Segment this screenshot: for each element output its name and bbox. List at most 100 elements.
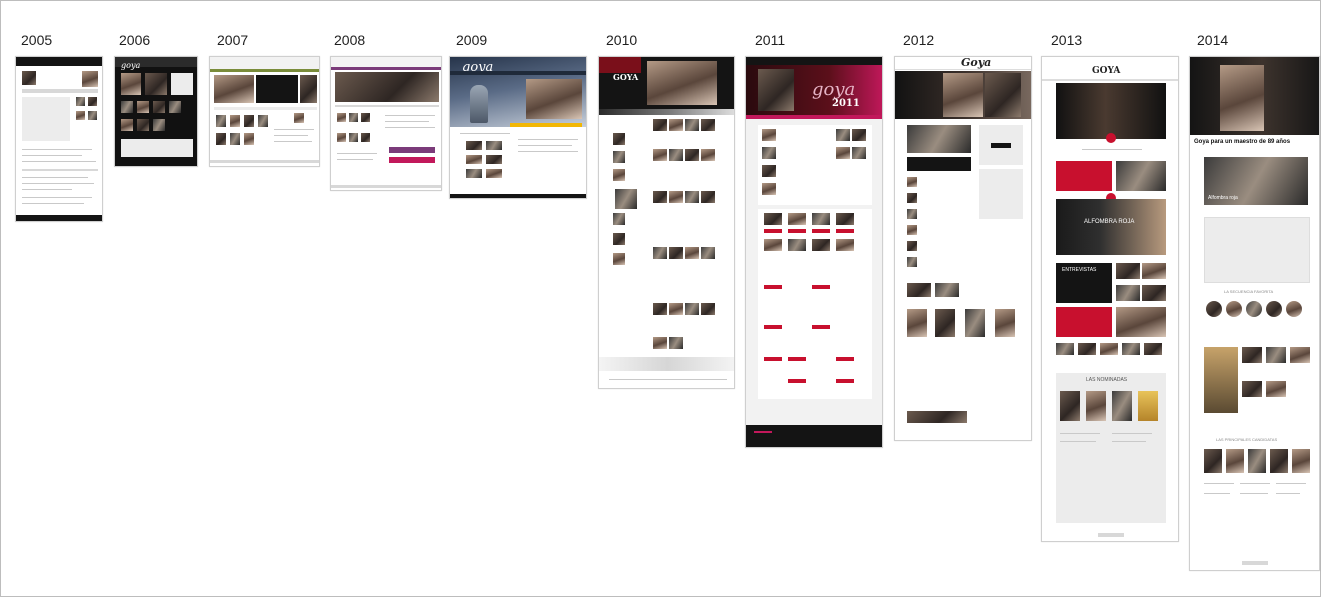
header-bar xyxy=(16,57,102,66)
header-bar xyxy=(210,57,319,69)
text-line xyxy=(1276,493,1300,494)
photo xyxy=(653,337,667,349)
footer-bar xyxy=(331,185,441,188)
photo xyxy=(137,119,149,131)
year-label-2010: 2010 xyxy=(606,32,638,48)
photo xyxy=(788,239,806,251)
website-thumbnail-2005 xyxy=(15,56,103,222)
website-thumbnail-2006: goya xyxy=(114,56,198,167)
website-thumbnail-2013: GOYA ALFOMBRA ROJA ENTREVISTAS LAS NOMIN… xyxy=(1041,56,1179,542)
text-line xyxy=(385,121,429,122)
photo xyxy=(1122,343,1140,355)
hero-photo xyxy=(647,61,717,105)
text-line xyxy=(1204,493,1230,494)
accent-bar xyxy=(389,157,435,163)
section-title: ENTREVISTAS xyxy=(1062,267,1097,273)
avatar xyxy=(1246,301,1262,317)
text-line xyxy=(1240,493,1268,494)
header-bar xyxy=(331,57,441,67)
photo xyxy=(258,115,268,127)
photo xyxy=(1116,285,1140,301)
photo xyxy=(82,71,98,87)
photo xyxy=(486,169,502,178)
tag xyxy=(812,325,830,329)
accent-bar xyxy=(389,147,435,153)
year-label-2006: 2006 xyxy=(119,32,151,48)
photo xyxy=(76,97,85,106)
text-line xyxy=(22,203,84,204)
section-title: ALFOMBRA ROJA xyxy=(1084,219,1135,225)
tag xyxy=(788,379,806,383)
photo xyxy=(701,191,715,203)
section-title: LAS PRINCIPALES CANDIDATAS xyxy=(1216,437,1278,442)
nav-bar xyxy=(1042,79,1178,81)
text-line xyxy=(22,155,82,156)
text-line xyxy=(1060,441,1096,442)
photo xyxy=(230,133,240,145)
photo xyxy=(907,283,931,297)
photo xyxy=(653,119,667,131)
photo xyxy=(337,133,346,142)
photo xyxy=(1242,381,1262,397)
photo xyxy=(230,115,240,127)
poster xyxy=(1138,391,1158,421)
content-column xyxy=(22,97,70,141)
poster xyxy=(1248,449,1266,473)
photo xyxy=(613,213,625,225)
photo xyxy=(153,119,165,131)
photo xyxy=(685,149,699,161)
photo xyxy=(1142,263,1166,279)
photo xyxy=(762,165,776,177)
photo xyxy=(653,303,667,315)
year-label-2008: 2008 xyxy=(334,32,366,48)
photo xyxy=(613,169,625,181)
section-bar xyxy=(214,107,317,110)
promo-block xyxy=(1056,161,1112,191)
photo xyxy=(653,149,667,161)
accent-bar xyxy=(746,115,882,119)
photo xyxy=(613,133,625,145)
goya-statue-image xyxy=(470,85,488,123)
website-thumbnail-2012: Goya xyxy=(894,56,1032,441)
photo xyxy=(836,239,854,251)
year-label-2013: 2013 xyxy=(1051,32,1083,48)
tag xyxy=(764,357,782,361)
photo xyxy=(701,149,715,161)
photo xyxy=(216,133,226,145)
tag xyxy=(764,325,782,329)
photo xyxy=(1266,347,1286,363)
website-thumbnail-2007 xyxy=(209,56,320,167)
section-title: LAS NOMINADAS xyxy=(1086,377,1128,383)
text-line xyxy=(1060,433,1100,434)
footer-bar xyxy=(746,425,882,447)
photo xyxy=(88,97,97,106)
text-line xyxy=(22,149,92,150)
button-shape xyxy=(991,143,1011,148)
website-thumbnail-2008 xyxy=(330,56,442,191)
photo xyxy=(669,303,683,315)
photo xyxy=(685,247,699,259)
news-list xyxy=(1204,217,1310,283)
tag xyxy=(836,229,854,233)
avatar xyxy=(1206,301,1222,317)
nav-bar xyxy=(450,71,586,75)
text-line xyxy=(1082,149,1142,150)
photo xyxy=(169,101,181,113)
hero-photo xyxy=(985,73,1021,117)
avatar xyxy=(1226,301,1242,317)
year-label-2014: 2014 xyxy=(1197,32,1229,48)
tag xyxy=(788,229,806,233)
photo xyxy=(1242,347,1262,363)
photo xyxy=(685,191,699,203)
avatar xyxy=(1286,301,1302,317)
section-title: Alfombra roja xyxy=(1208,195,1238,201)
photo xyxy=(685,119,699,131)
photo xyxy=(907,225,917,235)
photo xyxy=(613,253,625,265)
nav-bar xyxy=(746,57,882,65)
logo: goya xyxy=(121,61,141,70)
footer-line xyxy=(609,379,727,380)
photo xyxy=(216,115,226,127)
website-thumbnail-2009: goya xyxy=(449,56,587,199)
accent-bar xyxy=(510,123,582,127)
